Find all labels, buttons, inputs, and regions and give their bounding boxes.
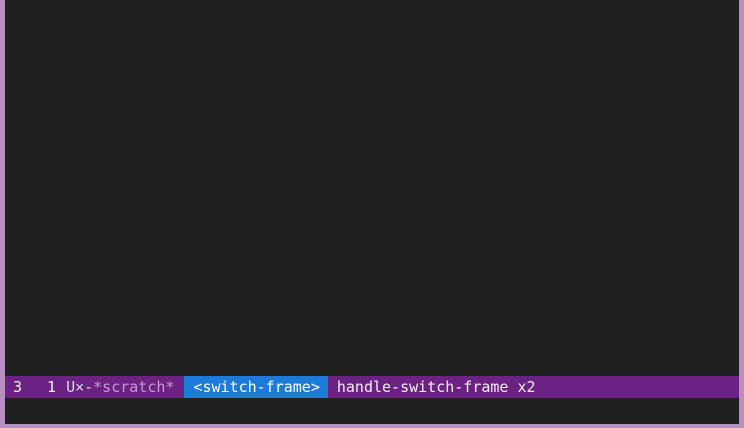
- echo-area[interactable]: [5, 398, 739, 424]
- last-command: handle-switch-frame x2: [336, 378, 536, 396]
- mode-line: 3 1 U×- *scratch* <switch-frame> handle-s…: [5, 376, 739, 398]
- last-key-indicator: <switch-frame>: [184, 376, 328, 398]
- line-number: 3: [13, 378, 23, 396]
- emacs-frame: 3 1 U×- *scratch* <switch-frame> handle-s…: [5, 0, 739, 424]
- column-number: 1: [47, 378, 57, 396]
- buffer-name[interactable]: *scratch*: [93, 376, 184, 398]
- buffer-area[interactable]: [5, 0, 739, 375]
- buffer-status-flags: U×-: [66, 378, 94, 396]
